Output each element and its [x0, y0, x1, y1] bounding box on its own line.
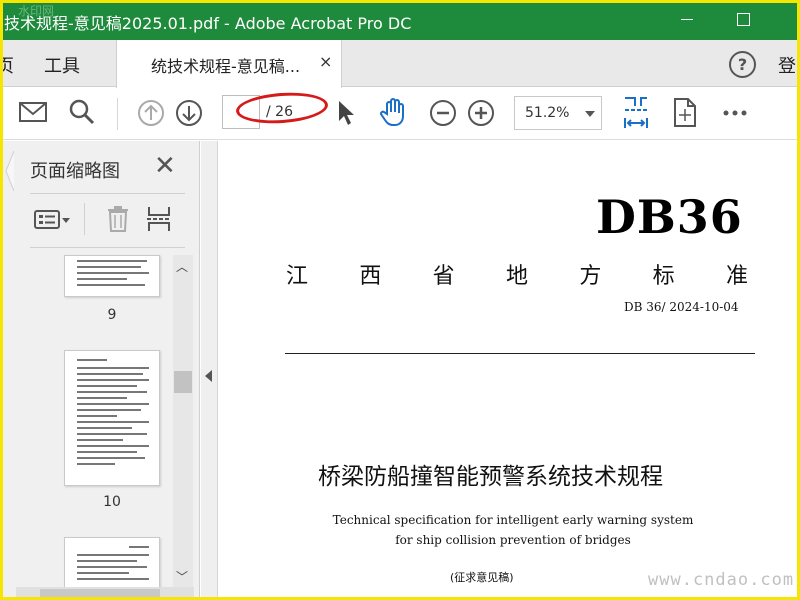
menu-home[interactable]: 页: [0, 52, 14, 78]
standard-code: DB36: [596, 190, 743, 244]
zoom-out-icon[interactable]: [429, 99, 457, 127]
watermark-logo: 水印网: [18, 4, 55, 18]
scrollbar-thumb[interactable]: [174, 371, 192, 393]
province-standard-heading: 江 西 省 地 方 标 准: [286, 258, 748, 290]
draft-label: (征求意见稿): [450, 571, 514, 584]
thumbnail-options-icon[interactable]: [34, 209, 72, 231]
maximize-button[interactable]: [732, 8, 754, 30]
panel-title: 页面缩略图: [30, 161, 120, 182]
search-icon[interactable]: [68, 98, 96, 126]
previous-page-icon[interactable]: [137, 99, 165, 127]
panel-divider: [30, 247, 185, 248]
document-title-en: Technical specification for intelligent …: [298, 510, 728, 550]
thumbnail-scrollbar[interactable]: [173, 255, 193, 587]
page-extract-icon[interactable]: [146, 205, 172, 233]
page-thumbnail-11[interactable]: [64, 537, 160, 589]
document-tab[interactable]: 统技术规程-意见稿... ×: [116, 40, 342, 88]
minimize-button[interactable]: [676, 8, 698, 30]
help-icon[interactable]: ?: [729, 51, 756, 78]
standard-number: DB 36/ 2024-10-04: [624, 300, 739, 314]
panel-separator: [84, 203, 85, 235]
zoom-value: 51.2%: [525, 105, 570, 121]
hand-tool-icon[interactable]: [378, 96, 410, 128]
page-thumbnail-label: 10: [103, 494, 121, 510]
document-title-zh: 桥梁防船撞智能预警系统技术规程: [318, 464, 663, 490]
horizontal-scrollbar-thumb[interactable]: [40, 589, 160, 598]
email-icon[interactable]: [18, 100, 48, 124]
heading-char: 方: [579, 264, 602, 289]
heading-char: 省: [432, 264, 455, 289]
tab-close-icon[interactable]: ×: [319, 52, 332, 71]
window-title: 技术规程-意见稿2025.01.pdf - Adobe Acrobat Pro …: [4, 14, 412, 33]
heading-char: 标: [652, 264, 675, 289]
panel-divider: [30, 193, 185, 194]
close-icon[interactable]: ✕: [154, 151, 176, 181]
chevron-down-icon[interactable]: ﹀: [176, 568, 188, 585]
more-options-icon[interactable]: [722, 109, 748, 117]
site-watermark: www.cndao.com: [648, 570, 795, 590]
next-page-icon[interactable]: [175, 99, 203, 127]
select-cursor-icon[interactable]: [336, 99, 356, 127]
chevron-up-icon[interactable]: ︿: [176, 258, 188, 275]
fit-width-icon[interactable]: [622, 96, 650, 130]
heading-char: 西: [359, 264, 382, 289]
toolbar-separator: [117, 98, 118, 130]
page-thumbnail-9[interactable]: [64, 255, 160, 297]
page-thumbnail-10[interactable]: [64, 350, 160, 486]
chevron-down-icon: [585, 111, 595, 117]
title-en-line: for ship collision prevention of bridges: [395, 533, 631, 547]
page-thumbnail-label: 9: [107, 307, 117, 323]
heading-char: 江: [286, 264, 309, 289]
header-rule: [285, 353, 755, 354]
trash-icon[interactable]: [106, 205, 130, 233]
zoom-select[interactable]: 51.2%: [514, 96, 602, 130]
zoom-in-icon[interactable]: [467, 99, 495, 127]
page-fit-icon[interactable]: [672, 97, 698, 129]
heading-char: 地: [505, 264, 528, 289]
title-en-line: Technical specification for intelligent …: [332, 513, 694, 527]
window-title-bar: 技术规程-意见稿2025.01.pdf - Adobe Acrobat Pro …: [0, 0, 800, 40]
tab-label: 统技术规程-意见稿...: [151, 57, 301, 76]
heading-char: 准: [725, 264, 748, 289]
login-link[interactable]: 登: [778, 52, 796, 78]
collapse-arrow-icon[interactable]: [205, 370, 212, 382]
menu-tools[interactable]: 工具: [44, 52, 80, 78]
panel-notch: [5, 151, 14, 191]
